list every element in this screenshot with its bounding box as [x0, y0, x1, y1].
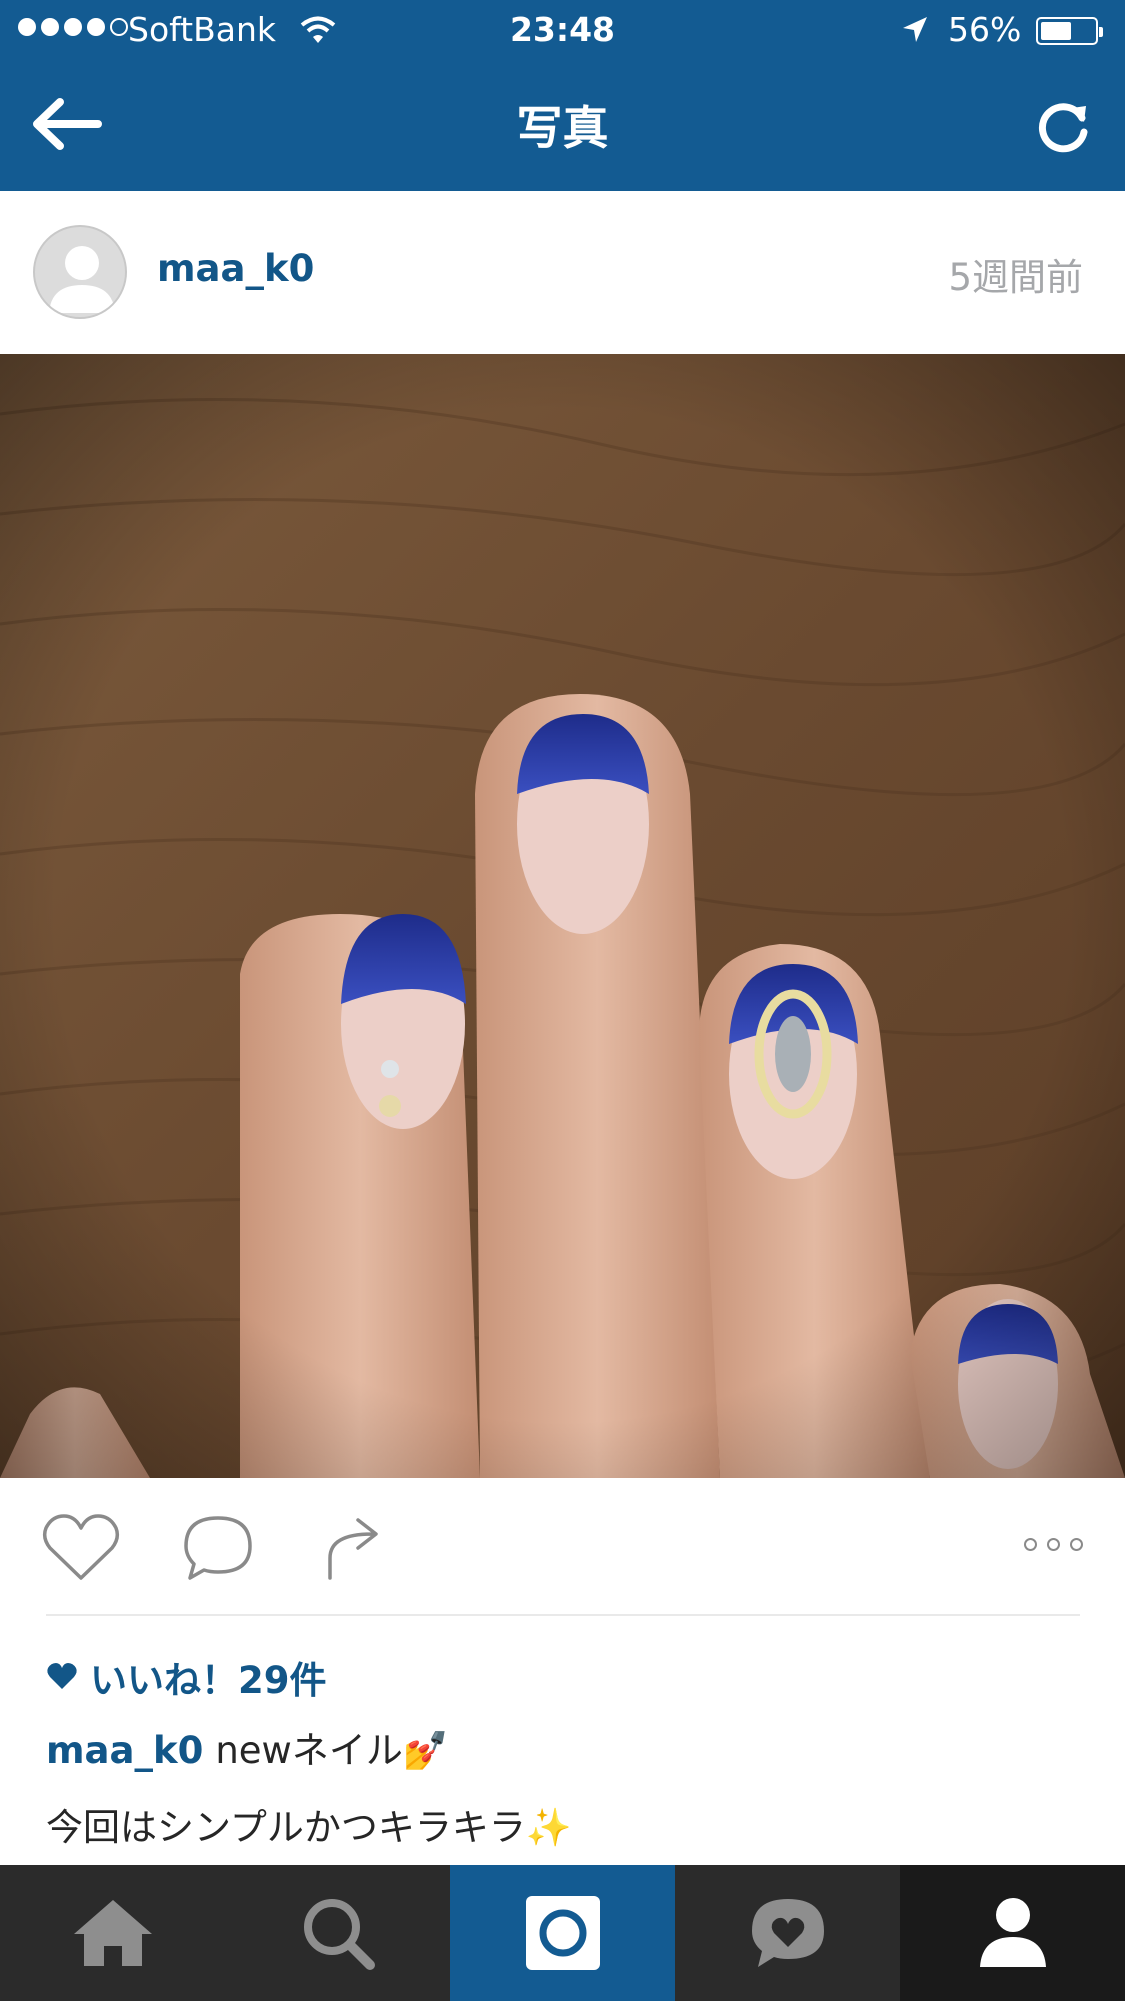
battery-percent: 56% [948, 10, 1022, 49]
comment-bubble-icon[interactable] [180, 1512, 256, 1584]
tab-activity[interactable] [675, 1865, 900, 2001]
tab-bar [0, 1865, 1125, 2001]
likes-text: いいね！29件 [90, 1659, 327, 1702]
page-title: 写真 [516, 101, 609, 155]
tab-search[interactable] [225, 1865, 450, 2001]
post-header: maa_k0 5週間前 [0, 191, 1125, 353]
likes-count[interactable]: いいね！29件 [46, 1650, 327, 1704]
battery-icon [1036, 17, 1103, 45]
location-arrow-icon [903, 17, 927, 42]
divider [46, 1614, 1080, 1616]
share-arrow-icon[interactable] [322, 1512, 388, 1584]
caption-line-2: 今回はシンプルかつキラキラ✨ [46, 1806, 572, 1849]
caption-username[interactable]: maa_k0 [46, 1729, 203, 1772]
post-time-ago: 5週間前 [948, 256, 1083, 299]
tab-camera[interactable] [450, 1865, 675, 2001]
refresh-icon[interactable] [1030, 92, 1096, 158]
tab-home[interactable] [0, 1865, 225, 2001]
search-icon [303, 1899, 375, 1970]
default-avatar-icon[interactable] [33, 225, 127, 319]
tab-profile[interactable] [900, 1865, 1125, 2001]
post-actions [0, 1478, 1125, 1612]
navigation-bar: SoftBank 23:48 56% 写真 [0, 0, 1125, 191]
status-bar: SoftBank 23:48 56% [0, 0, 1125, 64]
post-caption: maa_k0 newネイル💅 [46, 1720, 449, 1774]
home-icon [73, 1900, 152, 1966]
profile-icon [979, 1898, 1046, 1967]
caption-text: newネイル💅 [215, 1729, 449, 1772]
more-dots-icon[interactable] [1024, 1538, 1083, 1551]
nail-art-photo[interactable] [0, 354, 1125, 1478]
heart-icon[interactable] [40, 1512, 122, 1584]
small-heart-icon [47, 1663, 77, 1689]
activity-heart-icon [751, 1899, 824, 1967]
post-username[interactable]: maa_k0 [157, 247, 314, 290]
camera-icon [525, 1896, 600, 1970]
